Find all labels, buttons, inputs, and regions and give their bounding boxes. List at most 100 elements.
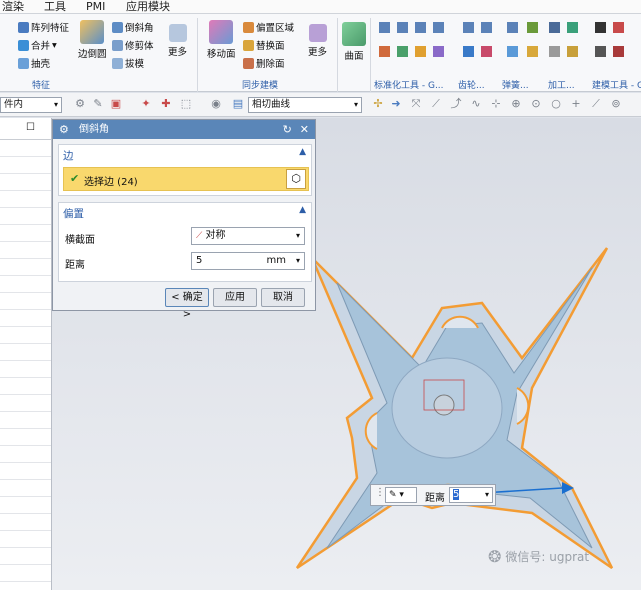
menu-tools[interactable]: 工具	[44, 0, 66, 13]
cross-section-dropdown[interactable]: ⟋ 对称 ▾	[191, 227, 305, 245]
list-item[interactable]	[0, 497, 51, 514]
watermark-text: 微信号: ugprat	[505, 550, 590, 564]
list-item[interactable]	[0, 310, 51, 327]
distance-label: 距离	[65, 260, 85, 271]
arrow-icon[interactable]: ➜	[390, 98, 402, 110]
cancel-button[interactable]: 取消	[261, 288, 305, 307]
curve-rule-value: 相切曲线	[252, 99, 291, 110]
list-item[interactable]	[0, 446, 51, 463]
unite-button[interactable]: 合并 ▾	[18, 38, 57, 52]
box-select-icon[interactable]: ⬚	[180, 98, 192, 110]
line-icon[interactable]: ⟋	[430, 98, 442, 110]
shell-button[interactable]: 抽壳	[18, 56, 50, 70]
list-item[interactable]	[0, 514, 51, 531]
list-item[interactable]	[0, 531, 51, 548]
filter-icon[interactable]: ⚙	[74, 98, 86, 110]
list-item[interactable]	[0, 225, 51, 242]
sync-more-label: 更多	[308, 47, 328, 58]
replace-face-button[interactable]: 替换面	[243, 38, 285, 52]
onscreen-distance-label: 距离	[425, 493, 445, 504]
cross-section-value: 对称	[205, 230, 226, 241]
drag-handle-icon[interactable]: ⋮	[375, 487, 385, 498]
collapse-icon[interactable]: ▲	[299, 147, 306, 157]
offset-section-title[interactable]: 偏置	[63, 206, 84, 221]
edge-blend-button[interactable]: 边倒圆	[78, 20, 107, 60]
surface-button[interactable]: 曲面	[342, 22, 366, 62]
select-face-icon[interactable]: ▣	[110, 98, 122, 110]
snap-point-icon[interactable]: ✢	[372, 98, 384, 110]
trim-body-button[interactable]: 修剪体	[112, 38, 154, 52]
collapse-icon[interactable]: ▲	[299, 205, 306, 215]
close-icon[interactable]: ✕	[300, 120, 309, 139]
offset-section: 偏置 ▲ 横截面 ⟋ 对称 ▾ 距离 5 mm ▾	[58, 202, 312, 282]
delete-face-button[interactable]: 删除面	[243, 56, 285, 70]
chevron-down-icon: ▾	[53, 100, 58, 109]
cross-section-label: 横截面	[65, 235, 95, 246]
edge-section-title[interactable]: 边	[63, 148, 74, 163]
gear-icon[interactable]: ⚙	[59, 120, 69, 139]
list-item[interactable]	[0, 157, 51, 174]
plus-icon[interactable]: +	[570, 98, 582, 110]
curve-rule-icon[interactable]: ▤	[232, 98, 244, 110]
arc-center-icon[interactable]: ⊙	[530, 98, 542, 110]
curve-icon[interactable]: ⤴	[450, 98, 462, 110]
more-icon	[308, 24, 327, 42]
circle-icon[interactable]: ○	[550, 98, 562, 110]
list-item[interactable]	[0, 344, 51, 361]
offset-region-button[interactable]: 偏置区域	[243, 20, 294, 34]
point-snap-icon[interactable]: ✦	[140, 98, 152, 110]
list-item[interactable]	[0, 191, 51, 208]
move-face-button[interactable]: 移动面	[207, 20, 236, 60]
menu-application[interactable]: 应用模块	[126, 0, 170, 13]
feature-more-button[interactable]: 更多	[168, 24, 187, 58]
selection-scope-dropdown[interactable]: 件内 ▾	[0, 97, 62, 113]
check-icon: ✔	[70, 172, 80, 185]
dialog-titlebar[interactable]: ⚙ 倒斜角 ↻ ✕	[53, 120, 315, 139]
list-item[interactable]	[0, 548, 51, 565]
snap-icon[interactable]: ✎	[92, 98, 104, 110]
point-icon[interactable]: ⊚	[610, 98, 622, 110]
curve-rule-dropdown[interactable]: 相切曲线 ▾	[248, 97, 362, 113]
list-item[interactable]	[0, 395, 51, 412]
reset-icon[interactable]: ↻	[283, 120, 292, 139]
list-item[interactable]	[0, 276, 51, 293]
onscreen-distance-input[interactable]: 5 ▾	[449, 487, 493, 503]
list-item[interactable]	[0, 327, 51, 344]
apply-button[interactable]: 应用	[213, 288, 257, 307]
list-item[interactable]	[0, 463, 51, 480]
chamfer-button[interactable]: 倒斜角	[112, 20, 154, 34]
ok-button[interactable]: < 确定 >	[165, 288, 209, 320]
view-icon[interactable]: ◉	[210, 98, 222, 110]
slash-icon[interactable]: ⟋	[590, 98, 602, 110]
list-item[interactable]	[0, 429, 51, 446]
list-item[interactable]	[0, 174, 51, 191]
tangent-icon[interactable]: ⊹	[490, 98, 502, 110]
measure-method-dropdown[interactable]: ✎ ▾	[385, 487, 417, 503]
draft-button[interactable]: 拔模	[112, 56, 144, 70]
endpoint-icon[interactable]: ⤧	[410, 98, 422, 110]
maximize-icon[interactable]: ☐	[26, 122, 35, 133]
list-item[interactable]	[0, 361, 51, 378]
list-item[interactable]	[0, 378, 51, 395]
list-item[interactable]	[0, 242, 51, 259]
intersect-icon[interactable]: ✚	[160, 98, 172, 110]
quadrant-icon[interactable]: ⊕	[510, 98, 522, 110]
shell-icon	[18, 57, 29, 69]
pattern-feature-button[interactable]: 阵列特征	[18, 20, 69, 34]
cube-select-icon[interactable]: ⬡	[286, 169, 306, 189]
list-item[interactable]	[0, 140, 51, 157]
list-item[interactable]	[0, 565, 51, 582]
distance-input[interactable]: 5 mm ▾	[191, 252, 305, 270]
sync-more-button[interactable]: 更多	[308, 24, 327, 58]
select-edge-row[interactable]: ✔ 选择边 (24) ⬡	[63, 167, 309, 191]
list-item[interactable]	[0, 412, 51, 429]
center-hole	[433, 394, 455, 416]
surface-icon	[342, 22, 366, 46]
list-item[interactable]	[0, 293, 51, 310]
list-item[interactable]	[0, 208, 51, 225]
menu-pmi[interactable]: PMI	[86, 0, 105, 13]
list-item[interactable]	[0, 259, 51, 276]
list-item[interactable]	[0, 480, 51, 497]
spline-icon[interactable]: ∿	[470, 98, 482, 110]
menu-render[interactable]: 渲染	[2, 0, 24, 13]
